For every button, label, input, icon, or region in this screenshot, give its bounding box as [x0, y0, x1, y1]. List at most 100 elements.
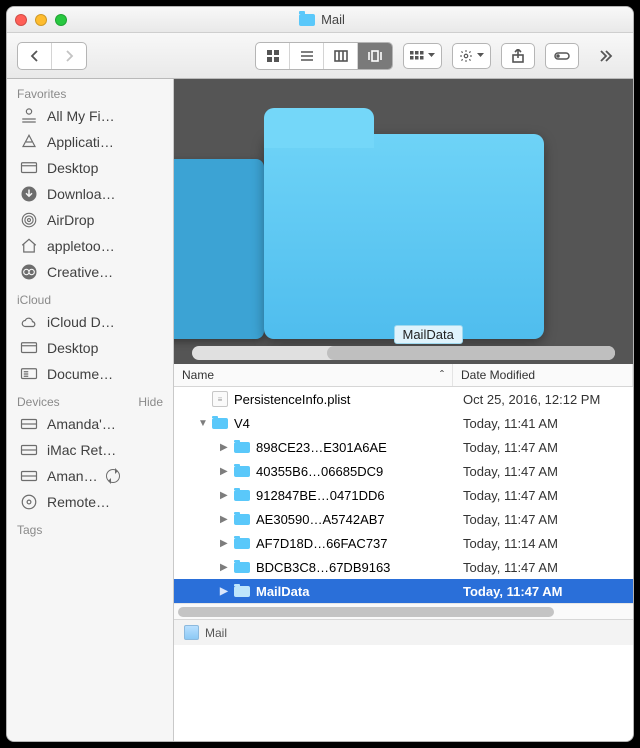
sidebar-item[interactable]: Docume…	[7, 361, 173, 387]
folder-icon	[234, 538, 250, 549]
titlebar: Mail	[7, 7, 633, 33]
main-pane: MailData Name ˆ Date Modified ≡Persisten…	[174, 79, 633, 741]
disclosure-triangle-icon[interactable]: ▼	[198, 418, 206, 429]
sidebar-item[interactable]: iCloud D…	[7, 309, 173, 335]
file-name-label: AF7D18D…66FAC737	[256, 536, 388, 551]
back-button[interactable]	[18, 43, 52, 69]
column-view-button[interactable]	[324, 43, 358, 69]
sidebar-item[interactable]: AirDrop	[7, 207, 173, 233]
column-header-name[interactable]: Name ˆ	[174, 364, 453, 386]
sidebar-hide-button[interactable]: Hide	[138, 395, 163, 409]
path-bar[interactable]: Mail	[174, 619, 633, 645]
optical-icon	[19, 492, 39, 512]
disclosure-triangle-icon[interactable]: ▶	[220, 490, 228, 501]
list-view-button[interactable]	[290, 43, 324, 69]
sidebar-item-label: Remote…	[47, 494, 110, 510]
table-row-selected[interactable]: ▶MailDataToday, 11:47 AM	[174, 579, 633, 603]
download-icon	[19, 184, 39, 204]
table-row[interactable]: ▶BDCB3C8…67DB9163Today, 11:47 AM	[174, 555, 633, 579]
share-button[interactable]	[501, 43, 535, 69]
disclosure-triangle-icon[interactable]: ▶	[220, 538, 228, 549]
sidebar-item-label: Applicati…	[47, 134, 114, 150]
traffic-lights	[15, 14, 67, 26]
file-name-label: 898CE23…E301A6AE	[256, 440, 387, 455]
coverflow-current-folder[interactable]	[264, 134, 544, 339]
coverflow-scrollbar-thumb[interactable]	[327, 346, 615, 360]
view-mode-switch	[255, 42, 393, 70]
sidebar-item[interactable]: Aman…	[7, 463, 173, 489]
sidebar-item[interactable]: appletoo…	[7, 233, 173, 259]
tags-button[interactable]	[545, 43, 579, 69]
table-row[interactable]: ▶AE30590…A5742AB7Today, 11:47 AM	[174, 507, 633, 531]
sidebar-item[interactable]: Applicati…	[7, 129, 173, 155]
sidebar-item[interactable]: Remote…	[7, 489, 173, 515]
sidebar-item[interactable]: iMac Ret…	[7, 437, 173, 463]
table-row[interactable]: ≡PersistenceInfo.plistOct 25, 2016, 12:1…	[174, 387, 633, 411]
table-row[interactable]: ▼V4Today, 11:41 AM	[174, 411, 633, 435]
sidebar-section-header: DevicesHide	[7, 387, 173, 411]
list-scrollbar-thumb[interactable]	[178, 607, 554, 617]
sync-icon	[106, 469, 120, 483]
zoom-window-button[interactable]	[55, 14, 67, 26]
folder-icon	[234, 514, 250, 525]
sidebar-item-label: AirDrop	[47, 212, 94, 228]
sidebar-item-label: Amanda'…	[47, 416, 116, 432]
column-header-date-label: Date Modified	[461, 368, 535, 382]
sidebar-item[interactable]: Desktop	[7, 335, 173, 361]
mail-app-icon	[184, 625, 199, 640]
date-modified-label: Today, 11:14 AM	[453, 536, 633, 551]
file-name-label: BDCB3C8…67DB9163	[256, 560, 390, 575]
disclosure-triangle-icon[interactable]: ▶	[220, 586, 228, 597]
file-name-label: 912847BE…0471DD6	[256, 488, 385, 503]
coverflow-area[interactable]: MailData	[174, 79, 633, 364]
file-name-label: PersistenceInfo.plist	[234, 392, 350, 407]
date-modified-label: Today, 11:47 AM	[453, 488, 633, 503]
airdrop-icon	[19, 210, 39, 230]
toolbar-overflow-button[interactable]	[589, 43, 623, 69]
sidebar-item[interactable]: Creative…	[7, 259, 173, 285]
coverflow-view-button[interactable]	[358, 43, 392, 69]
icon-view-button[interactable]	[256, 43, 290, 69]
column-header-date[interactable]: Date Modified	[453, 364, 633, 386]
list-horizontal-scrollbar[interactable]	[174, 603, 633, 619]
window-title: Mail	[67, 12, 577, 27]
coverflow-prev-folder[interactable]	[174, 159, 264, 339]
sidebar-item-label: iCloud D…	[47, 314, 115, 330]
disclosure-triangle-icon[interactable]: ▶	[220, 514, 228, 525]
finder-window: Mail FavoritesAll My Fi…Applicati…Deskto…	[6, 6, 634, 742]
action-menu-button[interactable]	[452, 43, 491, 69]
docs-icon	[19, 364, 39, 384]
file-name-label: 40355B6…06685DC9	[256, 464, 383, 479]
disclosure-triangle-icon[interactable]: ▶	[220, 562, 228, 573]
arrange-button[interactable]	[403, 43, 442, 69]
table-row[interactable]: ▶ 912847BE…0471DD6 Today, 11:47 AM	[174, 483, 633, 507]
date-modified-label: Today, 11:47 AM	[453, 512, 633, 527]
sidebar-item-label: Docume…	[47, 366, 113, 382]
minimize-window-button[interactable]	[35, 14, 47, 26]
sidebar: FavoritesAll My Fi…Applicati…DesktopDown…	[7, 79, 174, 741]
date-modified-label: Today, 11:47 AM	[453, 464, 633, 479]
date-modified-label: Oct 25, 2016, 12:12 PM	[453, 392, 633, 407]
sidebar-item[interactable]: Downloa…	[7, 181, 173, 207]
forward-button[interactable]	[52, 43, 86, 69]
coverflow-scrollbar[interactable]	[192, 346, 615, 360]
table-row[interactable]: ▶ 40355B6…06685DC9 Today, 11:47 AM	[174, 459, 633, 483]
folder-icon	[212, 418, 228, 429]
home-icon	[19, 236, 39, 256]
sidebar-item[interactable]: Amanda'…	[7, 411, 173, 437]
disclosure-triangle-icon[interactable]: ▶	[220, 466, 228, 477]
nav-buttons	[17, 42, 87, 70]
sidebar-item[interactable]: Desktop	[7, 155, 173, 181]
path-bar-label: Mail	[205, 626, 227, 640]
toolbar	[7, 33, 633, 79]
sidebar-item[interactable]: All My Fi…	[7, 103, 173, 129]
date-modified-label: Today, 11:47 AM	[453, 584, 633, 599]
sidebar-item-label: Desktop	[47, 340, 98, 356]
sort-indicator-icon: ˆ	[440, 368, 444, 382]
table-row[interactable]: ▶898CE23…E301A6AEToday, 11:47 AM	[174, 435, 633, 459]
close-window-button[interactable]	[15, 14, 27, 26]
allfiles-icon	[19, 106, 39, 126]
disclosure-triangle-icon[interactable]: ▶	[220, 442, 228, 453]
table-row[interactable]: ▶ AF7D18D…66FAC737 Today, 11:14 AM	[174, 531, 633, 555]
sidebar-item-label: iMac Ret…	[47, 442, 116, 458]
